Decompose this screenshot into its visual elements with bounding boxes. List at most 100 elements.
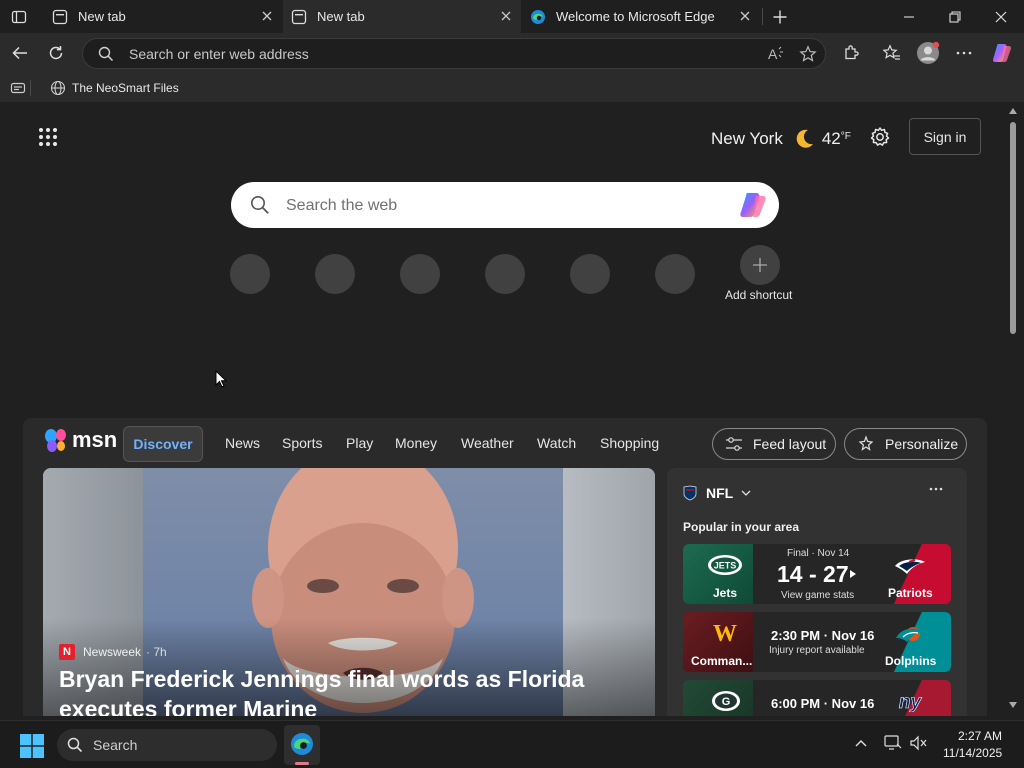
chevron-up-icon[interactable] — [855, 739, 867, 747]
nav-weather[interactable]: Weather — [461, 435, 514, 451]
page-scrollbar[interactable] — [1005, 102, 1020, 716]
weather-unit: °F — [840, 130, 851, 142]
address-input[interactable]: Search or enter web address — [129, 46, 309, 62]
nav-discover[interactable]: Discover — [123, 426, 203, 462]
taskbar-edge-app[interactable] — [284, 725, 320, 765]
game-card-packers-giants[interactable]: G 6:00 PM · Nov 16 ny — [683, 680, 951, 716]
feed-layout-label: Feed layout — [753, 436, 827, 452]
close-icon[interactable] — [738, 9, 752, 23]
mouse-cursor-icon — [215, 370, 227, 388]
game-card-commanders-dolphins[interactable]: W Comman... 2:30 PM · Nov 16 Injury repo… — [683, 612, 951, 672]
favorite-item-neosmart[interactable]: The NeoSmart Files — [50, 80, 179, 96]
web-search-box[interactable]: Search the web — [231, 182, 779, 228]
weather-city: New York — [711, 129, 783, 148]
nav-sports[interactable]: Sports — [282, 435, 322, 451]
shortcut-tile[interactable] — [400, 254, 440, 294]
more-options-icon[interactable] — [949, 38, 979, 68]
restore-button[interactable] — [940, 2, 970, 32]
taskbar-search-label: Search — [93, 737, 138, 753]
sign-in-button[interactable]: Sign in — [909, 118, 981, 155]
feed-layout-button[interactable]: Feed layout — [712, 428, 836, 460]
windows-taskbar: Search 2:27 AM 11/14/2025 — [0, 720, 1024, 768]
tab-welcome-edge[interactable]: Welcome to Microsoft Edge — [522, 0, 760, 33]
search-icon — [67, 737, 83, 753]
search-icon — [250, 195, 270, 215]
shortcut-tile[interactable] — [315, 254, 355, 294]
reading-view-icon[interactable] — [10, 80, 26, 96]
nav-play[interactable]: Play — [346, 435, 373, 451]
new-tab-page-icon — [291, 9, 307, 25]
shortcut-tile[interactable] — [570, 254, 610, 294]
close-window-button[interactable] — [986, 2, 1016, 32]
home-team-name: Comman... — [691, 654, 753, 668]
nav-watch[interactable]: Watch — [537, 435, 576, 451]
play-arrow-icon — [849, 569, 857, 579]
svg-text:JETS: JETS — [714, 561, 737, 571]
away-team-name: Dolphins — [885, 654, 937, 668]
copilot-icon[interactable] — [738, 191, 768, 219]
nfl-header[interactable]: NFL — [683, 485, 751, 501]
tab-strip: New tab New tab Welcome to Microsoft Edg… — [0, 0, 1024, 33]
nfl-scores-card: NFL Popular in your area JETS Jets Final… — [667, 468, 967, 716]
nav-news[interactable]: News — [225, 435, 260, 451]
volume-muted-icon[interactable] — [910, 735, 928, 751]
svg-text:W: W — [713, 621, 737, 644]
dolphins-logo-icon — [893, 622, 927, 646]
settings-gear-icon[interactable] — [869, 126, 891, 148]
injury-report-link[interactable]: Injury report available — [769, 645, 865, 656]
minimize-button[interactable] — [894, 2, 924, 32]
network-display-icon[interactable] — [884, 735, 902, 751]
read-aloud-icon[interactable]: A — [767, 45, 785, 63]
game-stats-link[interactable]: View game stats — [781, 590, 854, 601]
clock-date[interactable]: 11/14/2025 — [943, 746, 1002, 760]
hero-story-card[interactable]: N Newsweek · 7h Bryan Frederick Jennings… — [43, 468, 655, 716]
personalize-button[interactable]: Personalize — [844, 428, 967, 460]
close-icon[interactable] — [260, 9, 274, 23]
chevron-down-icon — [741, 489, 751, 497]
close-icon[interactable] — [499, 9, 513, 23]
edge-logo-icon — [290, 732, 314, 756]
hero-source[interactable]: N Newsweek · 7h — [59, 644, 167, 660]
shortcut-tile[interactable] — [485, 254, 525, 294]
new-tab-button[interactable] — [765, 2, 795, 32]
app-launcher-icon[interactable] — [38, 127, 58, 147]
tab-new-tab-1[interactable]: New tab — [44, 0, 282, 33]
edge-logo-icon — [530, 9, 546, 25]
weather-widget[interactable]: New York 42 °F — [711, 127, 851, 151]
favorite-star-icon[interactable] — [799, 45, 817, 63]
sparkle-pen-icon — [857, 435, 875, 453]
nfl-title: NFL — [706, 485, 734, 501]
tab-title: New tab — [78, 9, 126, 24]
taskbar-search-box[interactable]: Search — [57, 729, 277, 761]
more-options-icon[interactable] — [929, 486, 943, 492]
nav-shopping[interactable]: Shopping — [600, 435, 659, 451]
personalize-label: Personalize — [885, 436, 959, 452]
nfl-shield-icon — [683, 485, 697, 501]
scrollbar-thumb[interactable] — [1010, 122, 1016, 334]
shortcut-tile[interactable] — [655, 254, 695, 294]
new-tab-page: New York 42 °F Sign in Search the web Ad… — [3, 102, 1004, 716]
search-input[interactable]: Search the web — [286, 197, 397, 215]
game-card-jets-patriots[interactable]: JETS Jets Final · Nov 14 14 - 27 View ga… — [683, 544, 951, 604]
refresh-button[interactable] — [41, 38, 71, 68]
msn-logo[interactable]: msn — [44, 427, 117, 454]
tab-actions-icon[interactable] — [4, 2, 34, 32]
extensions-icon[interactable] — [836, 38, 866, 68]
hero-age: · 7h — [146, 645, 167, 659]
windows-start-icon[interactable] — [20, 734, 44, 758]
address-bar[interactable]: Search or enter web address A — [82, 38, 826, 69]
weather-temp: 42 — [821, 129, 841, 148]
profile-avatar[interactable] — [913, 38, 943, 68]
back-button[interactable] — [5, 38, 35, 68]
nav-money[interactable]: Money — [395, 435, 437, 451]
scroll-down-arrow-icon[interactable] — [1009, 702, 1017, 708]
scroll-up-arrow-icon[interactable] — [1009, 108, 1017, 114]
clock-time[interactable]: 2:27 AM — [958, 729, 1002, 743]
shortcut-tile[interactable] — [230, 254, 270, 294]
add-shortcut-button[interactable] — [740, 245, 780, 285]
favorites-icon[interactable] — [877, 38, 907, 68]
commanders-logo-icon: W — [709, 620, 741, 644]
tab-new-tab-2[interactable]: New tab — [283, 0, 521, 33]
copilot-icon[interactable] — [987, 38, 1017, 68]
hero-headline[interactable]: Bryan Frederick Jennings final words as … — [59, 664, 639, 716]
